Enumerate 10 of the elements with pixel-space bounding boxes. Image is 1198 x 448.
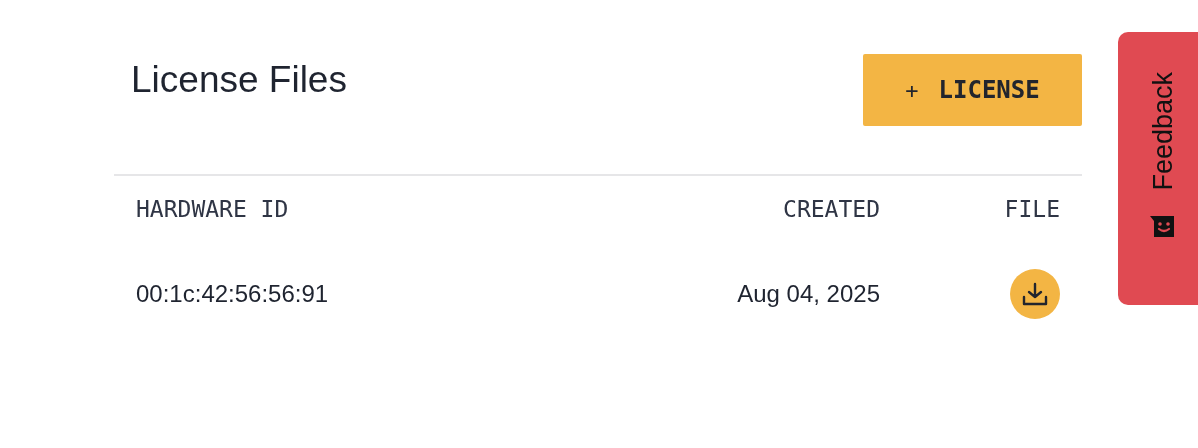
add-license-button[interactable]: + LICENSE <box>863 54 1082 126</box>
column-header: FILE <box>1004 194 1060 224</box>
column-header: HARDWARE ID <box>136 195 289 222</box>
download-button[interactable] <box>1010 269 1060 319</box>
feedback-tab[interactable]: Feedback <box>1118 32 1198 305</box>
page-title: License Files <box>131 58 347 102</box>
column-header: CREATED <box>783 195 880 222</box>
hardware-id-cell: 00:1c:42:56:56:91 <box>136 280 329 307</box>
download-icon <box>1022 282 1048 306</box>
created-date-cell: Aug 04, 2025 <box>737 280 880 307</box>
